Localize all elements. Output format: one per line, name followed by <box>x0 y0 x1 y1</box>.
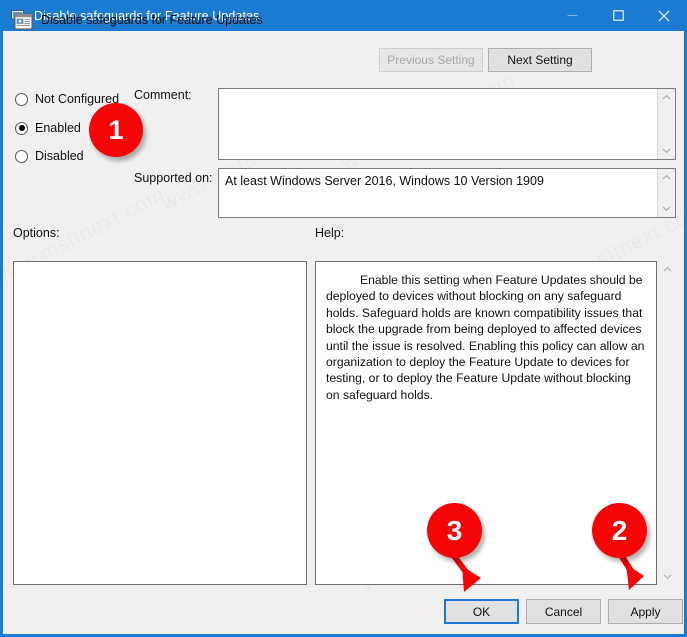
previous-setting-button[interactable]: Previous Setting <box>379 48 483 72</box>
close-icon[interactable] <box>641 0 684 31</box>
scroll-up-icon[interactable] <box>658 89 675 106</box>
help-scrollbar[interactable] <box>659 261 676 585</box>
help-text: Enable this setting when Feature Updates… <box>326 273 645 402</box>
page-title: Disable safeguards for Feature Updates <box>41 13 263 27</box>
options-label: Options: <box>13 226 60 240</box>
comment-scrollbar[interactable] <box>657 89 675 159</box>
radio-label: Disabled <box>35 149 84 163</box>
next-setting-button[interactable]: Next Setting <box>488 48 592 72</box>
comment-label: Comment: <box>134 88 192 102</box>
scroll-down-icon[interactable] <box>659 568 676 585</box>
annotation-marker-3: 3 <box>427 503 482 558</box>
radio-indicator <box>15 121 28 135</box>
radio-label: Enabled <box>35 121 81 135</box>
window-controls <box>549 0 684 31</box>
annotation-marker-1: 1 <box>89 103 143 157</box>
supported-on-label: Supported on: <box>134 171 213 185</box>
radio-indicator <box>15 92 28 106</box>
options-panel[interactable] <box>13 261 307 585</box>
radio-indicator <box>15 149 28 163</box>
supported-on-scrollbar[interactable] <box>657 169 675 217</box>
comment-input[interactable] <box>218 88 676 160</box>
policy-setting-dialog: www.msftnext.com www.msftnext.com www.ms… <box>0 0 687 637</box>
maximize-icon[interactable] <box>595 0 641 31</box>
supported-on-input[interactable]: At least Windows Server 2016, Windows 10… <box>218 168 676 218</box>
radio-enabled[interactable]: Enabled <box>15 121 81 135</box>
radio-disabled[interactable]: Disabled <box>15 149 84 163</box>
minimize-icon[interactable] <box>549 0 595 31</box>
scroll-down-icon[interactable] <box>658 200 675 217</box>
supported-on-value: At least Windows Server 2016, Windows 10… <box>225 174 544 188</box>
group-policy-setting-icon <box>14 12 33 31</box>
radio-not-configured[interactable]: Not Configured <box>15 92 119 106</box>
annotation-marker-2: 2 <box>592 503 647 558</box>
scroll-up-icon[interactable] <box>658 169 675 186</box>
help-label: Help: <box>315 226 345 240</box>
scroll-down-icon[interactable] <box>658 142 675 159</box>
cancel-button[interactable]: Cancel <box>526 599 601 624</box>
scroll-up-icon[interactable] <box>659 261 676 278</box>
